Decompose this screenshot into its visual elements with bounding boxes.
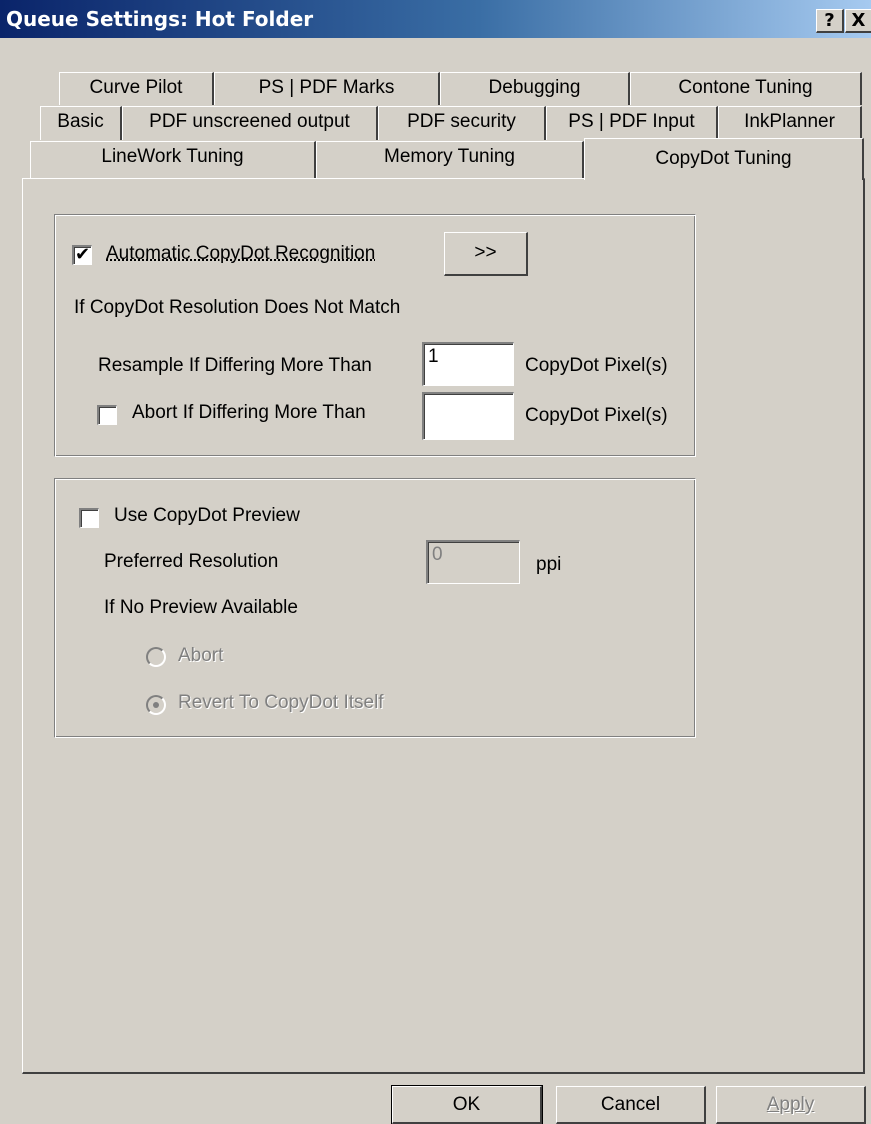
- use-preview-checkbox[interactable]: [79, 508, 99, 528]
- auto-recognition-label[interactable]: Automatic CopyDot Recognition: [106, 243, 375, 265]
- tab-ps-pdf-marks[interactable]: PS | PDF Marks: [214, 72, 440, 105]
- abort-radio-label: Abort: [178, 645, 223, 667]
- cancel-button[interactable]: Cancel: [556, 1086, 706, 1124]
- tab-curve-pilot[interactable]: Curve Pilot: [59, 72, 214, 105]
- radio-selected-dot: [153, 702, 159, 708]
- tab-pdf-security[interactable]: PDF security: [378, 106, 546, 140]
- apply-button[interactable]: Apply: [716, 1086, 866, 1124]
- auto-recognition-checkbox[interactable]: ✔: [72, 245, 92, 265]
- ok-button[interactable]: OK: [392, 1086, 542, 1124]
- more-options-button[interactable]: >>: [444, 232, 528, 276]
- mismatch-label: If CopyDot Resolution Does Not Match: [74, 297, 400, 319]
- resolution-unit: ppi: [536, 554, 561, 576]
- revert-radio-label: Revert To CopyDot Itself: [178, 692, 384, 714]
- abort-label: Abort If Differing More Than: [132, 402, 366, 424]
- resample-unit: CopyDot Pixel(s): [525, 355, 668, 377]
- resample-label: Resample If Differing More Than: [98, 355, 372, 377]
- preferred-resolution-label: Preferred Resolution: [104, 551, 278, 573]
- abort-unit: CopyDot Pixel(s): [525, 405, 668, 427]
- abort-input[interactable]: [422, 392, 514, 440]
- tab-basic[interactable]: Basic: [40, 106, 122, 140]
- resample-input[interactable]: 1: [422, 342, 514, 386]
- tab-memory-tuning[interactable]: Memory Tuning: [316, 141, 584, 178]
- revert-radio[interactable]: [146, 695, 166, 715]
- abort-checkbox[interactable]: [97, 405, 117, 425]
- tab-copydot-tuning[interactable]: CopyDot Tuning: [584, 138, 864, 180]
- no-preview-label: If No Preview Available: [104, 597, 298, 619]
- title-bar[interactable]: Queue Settings: Hot Folder ? X: [0, 0, 871, 38]
- tab-linework-tuning[interactable]: LineWork Tuning: [30, 141, 316, 178]
- tab-inkplanner[interactable]: InkPlanner: [718, 106, 862, 140]
- abort-radio[interactable]: [146, 647, 166, 667]
- tab-ps-pdf-input[interactable]: PS | PDF Input: [546, 106, 718, 140]
- help-button[interactable]: ?: [816, 9, 844, 33]
- check-icon: ✔: [75, 244, 90, 265]
- tab-pdf-unscreened-output[interactable]: PDF unscreened output: [122, 106, 378, 140]
- preferred-resolution-input[interactable]: 0: [426, 540, 520, 584]
- close-button[interactable]: X: [845, 9, 871, 33]
- window-title: Queue Settings: Hot Folder: [6, 7, 313, 31]
- use-preview-label: Use CopyDot Preview: [114, 505, 300, 527]
- tab-debugging[interactable]: Debugging: [440, 72, 630, 105]
- tab-contone-tuning[interactable]: Contone Tuning: [630, 72, 862, 105]
